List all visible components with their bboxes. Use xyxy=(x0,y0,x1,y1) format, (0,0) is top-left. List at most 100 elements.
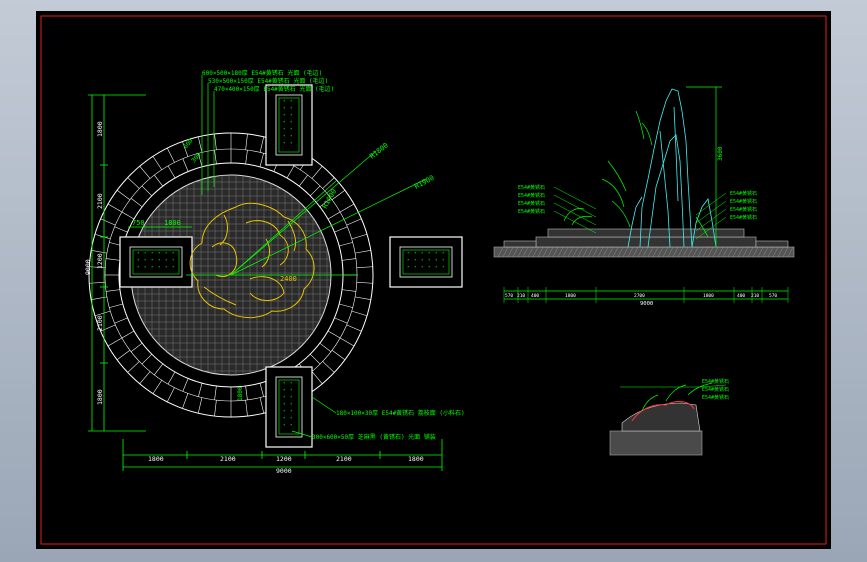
ring-joint xyxy=(106,258,120,261)
ring-joint xyxy=(339,242,353,247)
center-dim-text: 2400 xyxy=(280,275,297,283)
note-leader-bottom xyxy=(311,396,337,414)
ring-joint xyxy=(327,211,341,220)
ring-joint xyxy=(130,342,143,352)
ring-joint xyxy=(309,353,321,365)
ring-joint xyxy=(298,174,308,187)
ring-joint xyxy=(356,266,373,268)
ring-joint xyxy=(351,310,368,317)
ring-joint xyxy=(245,386,248,400)
note-3: 470×400×150厚 E54#黄锈石 光面 (毛边) xyxy=(214,85,334,93)
left-dim-4: 2100 xyxy=(96,315,104,331)
bottom-dim-total: 9000 xyxy=(276,467,292,475)
ring-joint xyxy=(334,317,348,324)
elevation-label: E54#黄锈石 xyxy=(730,190,757,197)
radius-label-mid: R1000 xyxy=(321,188,338,210)
ring-joint xyxy=(339,303,353,308)
ring-joint xyxy=(311,166,323,179)
ring-joint xyxy=(342,289,356,292)
plan-view: ∗ ∗∗ ∗∗ ∗∗ ∗∗ ∗∗ ∗∗ ∗∗ ∗∗ ∗∗ ∗∗ ∗∗ ∗∗ ∗∗ ∗∗ ∗ ∗ ∗ ∗ ∗∗ ∗ ∗ ∗ ∗ ∗… xyxy=(84,69,465,475)
elevation-label-leader xyxy=(553,186,597,210)
elevation-dim-label: 2700 xyxy=(634,293,645,299)
rockery-plants xyxy=(563,110,709,238)
ring-joint xyxy=(152,156,163,170)
ring-joint xyxy=(339,337,355,347)
detail-label-3: E54#黄锈石 xyxy=(702,394,729,401)
elevation-label: E54#黄锈石 xyxy=(730,206,757,213)
height-dim-text: 3600 xyxy=(717,146,724,161)
ring-joint xyxy=(351,233,368,240)
ring-joint xyxy=(355,250,371,254)
elevation-steps xyxy=(503,228,789,248)
ring-joint xyxy=(346,324,362,332)
ring-joint xyxy=(141,185,153,197)
ring-joint xyxy=(154,174,164,187)
elevation-label: E54#黄锈石 xyxy=(730,214,757,221)
left-dim-1: 1800 xyxy=(96,121,104,137)
ring-joint xyxy=(91,296,107,300)
ring-joint xyxy=(167,147,175,163)
ring-joint xyxy=(107,337,123,347)
ring-joint xyxy=(141,353,153,365)
ring-joint xyxy=(109,303,123,308)
left-dim-2: 2100 xyxy=(96,193,104,209)
ring-joint xyxy=(331,350,346,361)
small-dim-b: 1800 xyxy=(164,219,181,227)
ring-joint xyxy=(107,203,123,213)
elevation-dim-label: 1800 xyxy=(703,293,714,299)
note-2: 530×500×150厚 E54#黄锈石 光面 (毛边) xyxy=(208,77,328,85)
ring-joint xyxy=(139,371,151,384)
note-4: 180×100×30厚 E54#黄锈石 荔枝面 (小料石) xyxy=(336,409,465,417)
ring-joint xyxy=(356,282,373,284)
ring-joint xyxy=(322,361,335,373)
planter-east xyxy=(389,236,463,288)
model-space-canvas[interactable]: ∗ ∗ ∗ ∗ ∗ ∗ ∗ ∗ ∗ ∗ ∗ ∗ ∗ ∗ ∗ ∗ ∗ ∗ ∗ ∗ ∗ ∗ ∗ ∗ ∗ ∗ ∗ ∗ ∗ ∗ ∗ ∗ ∗ ∗ ∗ ∗ ∗ ∗ ∗ ∗… xyxy=(36,11,831,549)
ring-joint xyxy=(214,386,217,400)
ring-joint xyxy=(319,342,332,352)
ring-joint xyxy=(106,289,120,292)
radius-label-outer: R1800 xyxy=(368,141,390,160)
ring-joint xyxy=(197,397,203,414)
ring-joint xyxy=(311,371,323,384)
ring-joint xyxy=(114,226,128,233)
elevation-label: E54#黄锈石 xyxy=(730,198,757,205)
ring-joint xyxy=(259,153,264,167)
ring-joint xyxy=(182,393,189,409)
elevation-dim-label: 1800 xyxy=(565,293,576,299)
elevation-label: E54#黄锈石 xyxy=(518,200,545,207)
ground-hatch xyxy=(493,246,795,258)
elevation-label: E54#黄锈石 xyxy=(518,208,545,215)
note-1: 600×500×180厚 E54#黄锈石 光面 (毛边) xyxy=(202,69,322,77)
detail-label-1: E54#黄锈石 xyxy=(702,378,729,385)
ring-joint xyxy=(334,226,348,233)
ring-joint xyxy=(259,383,264,397)
elev-dim-total: 9000 xyxy=(640,301,653,307)
small-dim-c: 1800 xyxy=(237,386,244,401)
ring-joint xyxy=(167,371,176,385)
ring-joint xyxy=(167,165,176,179)
cad-drawing: ∗ ∗∗ ∗∗ ∗∗ ∗∗ ∗∗ ∗∗ ∗∗ ∗∗ ∗∗ ∗∗ ∗∗ ∗∗ ∗∗ ∗∗ ∗ ∗ ∗ ∗ ∗∗ ∗ ∗ ∗ ∗ ∗… xyxy=(40,15,827,545)
elevation-label: E54#黄锈石 xyxy=(518,192,545,199)
ring-joint xyxy=(167,387,175,403)
ring-joint xyxy=(286,165,295,179)
ring-joint xyxy=(121,211,135,220)
left-dim-3: 1200 xyxy=(96,253,104,269)
bottom-dim-4: 2100 xyxy=(336,455,352,463)
ring-joint xyxy=(245,133,248,150)
small-dim-a: 750 xyxy=(132,219,145,227)
elevation-dim-label: 570 xyxy=(769,293,777,299)
ring-joint xyxy=(139,166,151,179)
ring-joint xyxy=(322,177,335,189)
planter-west xyxy=(119,236,193,288)
ring-joint xyxy=(127,177,140,189)
ring-joint xyxy=(127,361,140,373)
ring-joint xyxy=(339,203,355,213)
elevation-dim-label: 210 xyxy=(517,293,525,299)
detail-label-2: E54#黄锈石 xyxy=(702,386,729,393)
bottom-dim-5: 1800 xyxy=(408,455,424,463)
ring-joint xyxy=(342,258,356,261)
elevation-dim-label: 400 xyxy=(737,293,745,299)
bottom-dim-2: 2100 xyxy=(220,455,236,463)
elevation-view: 3600 E54#黄锈石E54#黄锈石E54#黄锈石E54#黄锈石E54#黄锈石… xyxy=(493,86,795,307)
ring-joint xyxy=(116,189,131,200)
